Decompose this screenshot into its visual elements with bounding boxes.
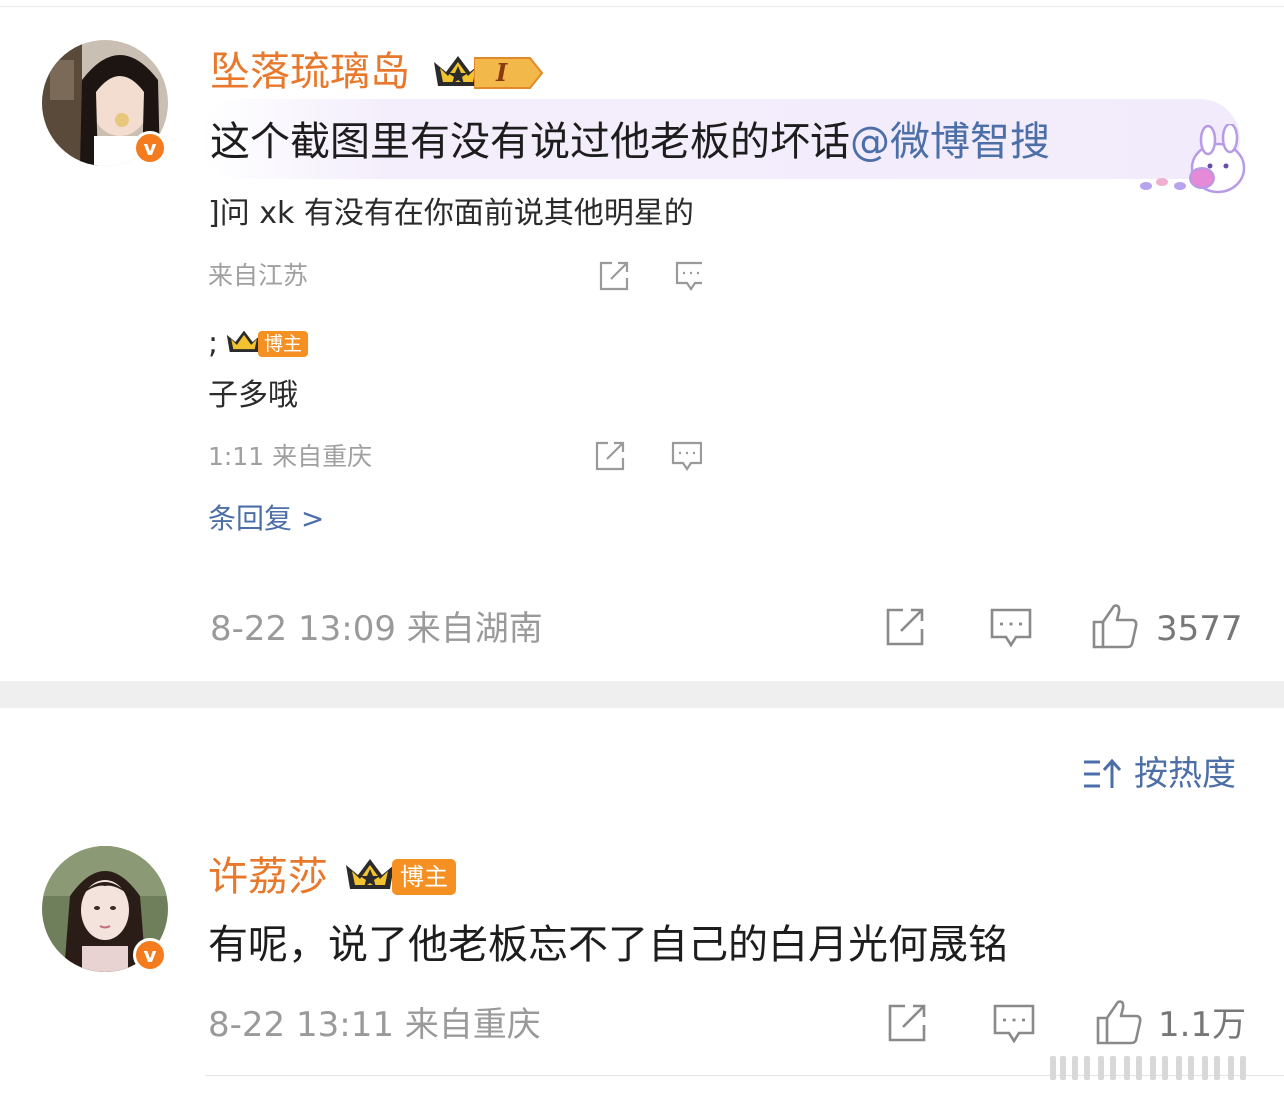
section-divider	[0, 681, 1284, 708]
comment-text: 这个截图里有没有说过他老板的坏话@微博智搜	[210, 117, 1050, 167]
verified-badge: v	[133, 938, 167, 972]
username[interactable]: 坠落琉璃岛	[210, 48, 410, 96]
thumbs-up-icon[interactable]	[1094, 998, 1144, 1046]
share-icon	[598, 260, 632, 292]
sort-icon[interactable]	[1082, 756, 1122, 792]
embedded-reply-text: ]问 xk 有没有在你面前说其他明星的	[208, 196, 694, 231]
watermark-logo	[1050, 1052, 1270, 1086]
embedded-reply-username: ;	[208, 326, 219, 361]
thumbs-up-icon[interactable]	[1090, 602, 1140, 650]
embedded-reply-text: 子多哦	[208, 378, 298, 413]
comment-meta: 8-22 13:09 来自湖南	[210, 609, 543, 649]
embedded-reply-meta: 1:11 来自重庆	[208, 442, 373, 471]
comment-text: 有呢，说了他老板忘不了自己的白月光何晟铭	[208, 922, 1008, 968]
comment-icon[interactable]	[991, 1002, 1037, 1046]
blogger-badge: 博主	[392, 859, 456, 895]
blogger-badge: 博主	[258, 331, 309, 357]
comment-icon	[670, 440, 702, 472]
like-count: 3577	[1156, 609, 1243, 649]
mention-link[interactable]: @微博智搜	[850, 119, 1050, 165]
share-icon	[594, 440, 628, 472]
like-count: 1.1万	[1158, 1005, 1247, 1045]
comment-text-body: 这个截图里有没有说过他老板的坏话	[210, 119, 850, 165]
sort-by-heat-button[interactable]: 按热度	[1134, 754, 1236, 794]
comment-meta: 8-22 13:11 来自重庆	[208, 1005, 541, 1045]
comment-icon[interactable]	[988, 606, 1034, 650]
crown-icon	[342, 854, 398, 896]
share-icon[interactable]	[886, 1002, 930, 1044]
level-label: I	[496, 58, 508, 87]
embedded-reply-meta: 来自江苏	[208, 261, 309, 290]
verified-badge: v	[133, 131, 167, 165]
level-badge: I	[473, 56, 544, 90]
username[interactable]: 许荔莎	[208, 853, 328, 901]
more-replies-link: 条回复 >	[208, 502, 325, 535]
top-divider	[0, 6, 1284, 7]
comment-icon	[674, 260, 702, 292]
share-icon[interactable]	[884, 606, 928, 648]
bunny-sticker-icon	[1136, 124, 1260, 202]
